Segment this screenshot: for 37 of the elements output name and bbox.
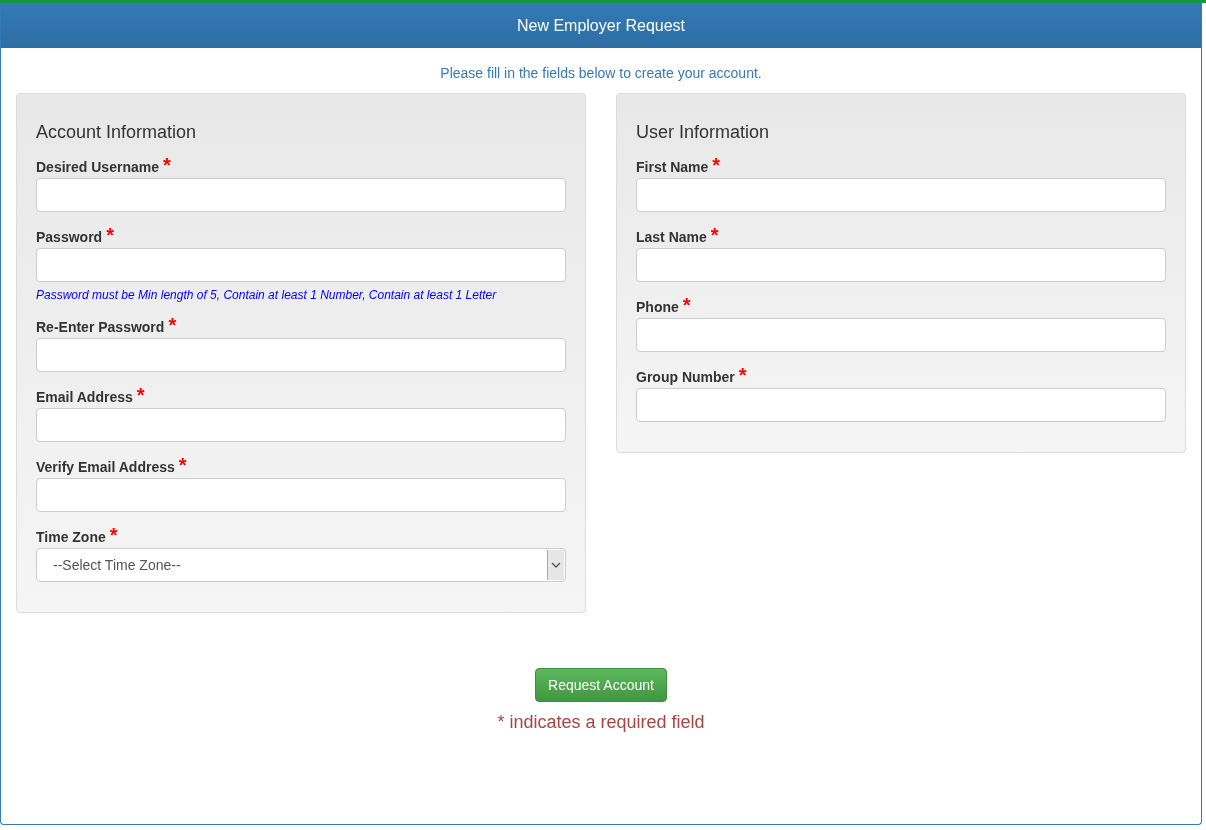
input-field[interactable] xyxy=(636,318,1166,352)
required-mark: * xyxy=(178,455,187,475)
required-note: * indicates a required field xyxy=(497,712,705,733)
required-mark: * xyxy=(712,155,721,175)
required-mark: * xyxy=(168,315,177,335)
required-mark: * xyxy=(682,295,691,315)
input-field[interactable] xyxy=(36,408,566,442)
password-hint: Password must be Min length of 5, Contain at least 1 Number, Contain at least 1 Letter xyxy=(36,288,498,302)
field-label: Phone xyxy=(636,299,679,315)
field-label: Email Address xyxy=(36,389,133,405)
required-mark: * xyxy=(106,225,114,245)
input-field[interactable] xyxy=(36,178,566,212)
field-label: Re-Enter Password xyxy=(36,319,165,335)
required-mark: * xyxy=(109,525,118,545)
field-label: Desired Username xyxy=(36,159,159,175)
header-title: New Employer Request xyxy=(516,16,686,35)
field-label: Time Zone xyxy=(36,529,106,545)
required-mark: * xyxy=(738,365,747,385)
intro-text: Please fill in the fields below to create your account. xyxy=(439,65,763,81)
dropdown-field[interactable]: --Select Time Zone-- xyxy=(36,548,566,582)
field-label: First Name xyxy=(636,159,709,175)
input-field[interactable] xyxy=(636,388,1166,422)
caret-icon xyxy=(547,550,564,580)
input-field[interactable] xyxy=(636,178,1166,212)
panel-title: Account Information xyxy=(36,122,198,143)
required-mark: * xyxy=(162,155,171,175)
input-field[interactable] xyxy=(36,338,566,372)
input-field[interactable] xyxy=(636,248,1166,282)
input-field[interactable] xyxy=(36,248,566,282)
input-field[interactable] xyxy=(36,478,566,512)
field-label: Group Number xyxy=(636,369,735,385)
required-mark: * xyxy=(710,225,719,245)
field-label: Last Name xyxy=(636,229,707,245)
field-label: Password xyxy=(36,229,103,245)
required-mark: * xyxy=(136,385,145,405)
panel-title: User Information xyxy=(636,122,771,143)
field-label: Verify Email Address xyxy=(36,459,175,475)
